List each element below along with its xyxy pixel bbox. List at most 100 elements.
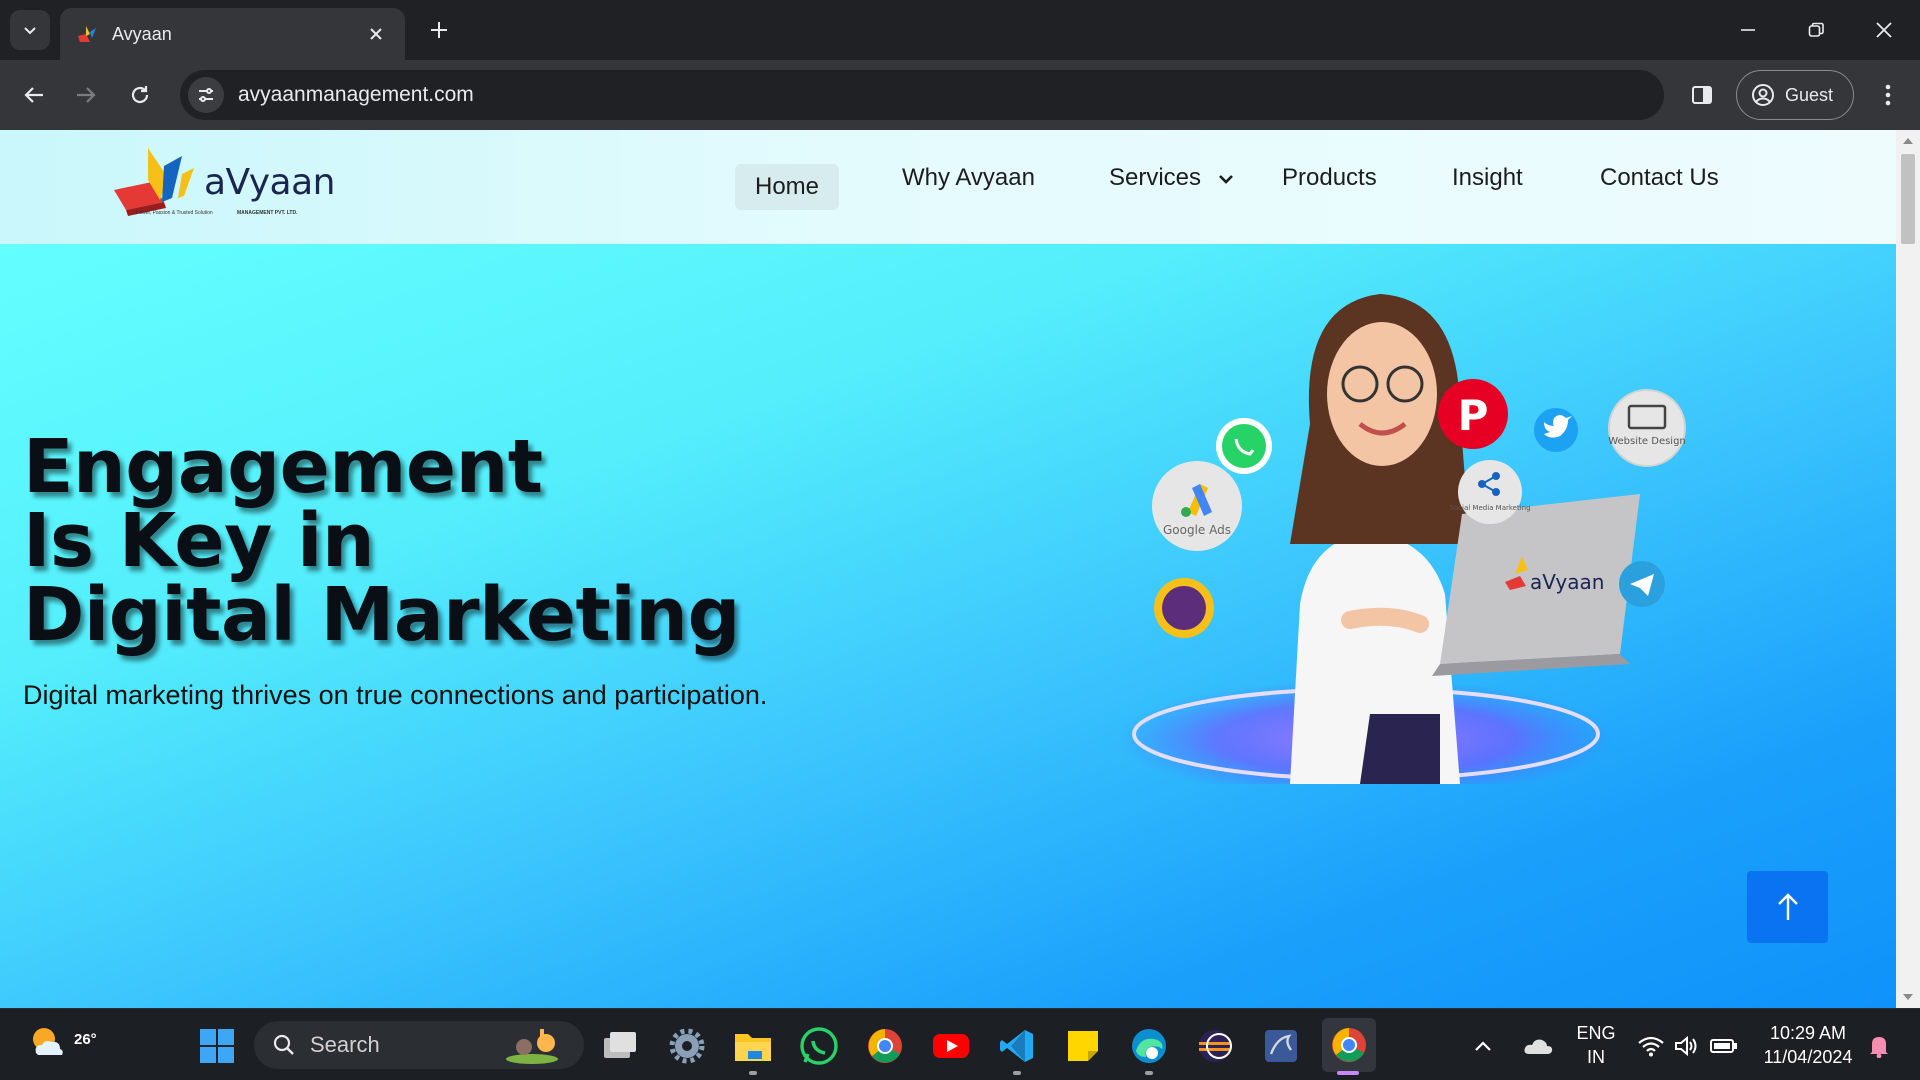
chevron-down-icon	[24, 27, 36, 35]
nav-contact-us[interactable]: Contact Us	[1600, 164, 1719, 192]
nav-insight[interactable]: Insight	[1452, 164, 1523, 192]
site-header: aVyaan Power, Passion & Trusted Solution…	[0, 130, 1896, 244]
notifications-button[interactable]	[1864, 1023, 1894, 1069]
running-indicator	[749, 1071, 757, 1075]
hero-title-line: Digital Marketing	[23, 572, 740, 658]
folder-icon	[735, 1034, 771, 1061]
profile-button[interactable]: Guest	[1736, 70, 1854, 120]
clock-time: 10:29 AM	[1769, 1023, 1847, 1043]
nav-services[interactable]: Services	[1109, 164, 1234, 192]
logo-tagline: Power, Passion & Trusted Solution	[136, 210, 213, 216]
forward-button[interactable]	[66, 75, 106, 115]
taskbar-search[interactable]: Search	[254, 1021, 584, 1069]
site-logo[interactable]: aVyaan Power, Passion & Trusted Solution…	[112, 144, 342, 230]
windows-taskbar: 26° Search ENG IN 10:29 AM 11/04/2024	[0, 1008, 1920, 1080]
wifi-icon	[1638, 1036, 1664, 1057]
language-line2: IN	[1587, 1047, 1605, 1067]
clock-date: 11/04/2024	[1763, 1047, 1853, 1067]
address-bar[interactable]: avyaanmanagement.com	[180, 70, 1664, 120]
quick-settings-button[interactable]	[1628, 1023, 1748, 1069]
minimize-button[interactable]	[1724, 10, 1772, 50]
search-icon	[273, 1034, 294, 1055]
nav-why-avyaan[interactable]: Why Avyaan	[902, 164, 1035, 192]
edge-icon	[1132, 1029, 1166, 1063]
side-panel-icon	[1692, 86, 1712, 104]
taskbar-whatsapp[interactable]	[796, 1023, 842, 1069]
scroll-up-arrow[interactable]	[1896, 132, 1920, 150]
whatsapp-icon	[800, 1027, 838, 1065]
profile-icon	[1752, 84, 1774, 106]
taskbar-chrome-1[interactable]	[862, 1023, 908, 1069]
gear-icon	[669, 1028, 705, 1064]
cloud-icon	[1524, 1039, 1553, 1054]
taskbar-chrome-active[interactable]	[1322, 1018, 1376, 1072]
hero-illustration: aVyaan P Website Design Social Media Mar…	[1116, 294, 1686, 784]
browser-menu-button[interactable]	[1868, 75, 1908, 115]
sticky-note-icon	[1068, 1031, 1098, 1061]
back-button[interactable]	[14, 75, 54, 115]
clock[interactable]: 10:29 AM 11/04/2024	[1754, 1021, 1862, 1069]
tab-title: Avyaan	[112, 23, 172, 44]
new-tab-button[interactable]	[425, 16, 453, 44]
running-indicator	[1145, 1071, 1153, 1075]
taskbar-eclipse[interactable]	[1192, 1023, 1238, 1069]
weather-sun-cloud-icon	[33, 1028, 63, 1055]
tab-search-button[interactable]	[10, 10, 50, 50]
restore-button[interactable]	[1792, 10, 1840, 50]
scroll-down-arrow[interactable]	[1896, 988, 1920, 1006]
nav-products[interactable]: Products	[1282, 164, 1377, 192]
show-hidden-icons-button[interactable]	[1468, 1023, 1498, 1069]
side-panel-button[interactable]	[1682, 75, 1722, 115]
taskbar-search-label: Search	[310, 1032, 380, 1057]
battery-icon	[1710, 1039, 1737, 1053]
close-icon	[1876, 22, 1892, 38]
snapchat-icon	[1154, 578, 1214, 638]
reload-button[interactable]	[120, 75, 160, 115]
task-view-icon	[604, 1032, 636, 1058]
taskbar-edge[interactable]	[1126, 1023, 1172, 1069]
hero-banner: Engagement Is Key in Digital Marketing D…	[0, 244, 1896, 1008]
website-design-badge: Website Design	[1608, 389, 1686, 467]
whatsapp-icon	[1216, 418, 1272, 474]
nav-services-label: Services	[1109, 164, 1202, 191]
site-info-button[interactable]	[188, 77, 224, 113]
chrome-icon	[1332, 1028, 1366, 1062]
taskbar-vscode[interactable]	[994, 1023, 1040, 1069]
database-icon	[1265, 1030, 1297, 1062]
profile-label: Guest	[1785, 84, 1834, 105]
browser-tab-active[interactable]: Avyaan	[60, 8, 405, 60]
taskbar-mysql-workbench[interactable]	[1258, 1023, 1304, 1069]
nav-home[interactable]: Home	[735, 164, 839, 210]
more-vertical-icon	[1885, 84, 1891, 106]
weather-temp: 26°	[74, 1031, 97, 1048]
active-indicator	[1337, 1071, 1359, 1075]
minimize-icon	[1741, 29, 1755, 31]
plus-icon	[431, 22, 447, 38]
weather-widget[interactable]: 26°	[26, 1019, 97, 1069]
taskbar-youtube[interactable]	[928, 1023, 974, 1069]
taskbar-settings[interactable]	[664, 1023, 710, 1069]
youtube-icon	[933, 1034, 969, 1058]
scrollbar-thumb[interactable]	[1901, 154, 1915, 244]
onedrive-button[interactable]	[1516, 1023, 1560, 1069]
eclipse-icon	[1199, 1030, 1232, 1062]
triangle-down-icon	[1903, 994, 1913, 1000]
task-view-button[interactable]	[597, 1023, 643, 1069]
close-window-button[interactable]	[1860, 10, 1908, 50]
taskbar-file-explorer[interactable]	[730, 1023, 776, 1069]
tab-close-button[interactable]	[363, 21, 389, 47]
language-indicator[interactable]: ENG IN	[1572, 1021, 1620, 1069]
taskbar-sticky-notes[interactable]	[1060, 1023, 1106, 1069]
arrow-left-icon	[24, 87, 43, 103]
url-text[interactable]: avyaanmanagement.com	[238, 83, 474, 107]
windows-logo-icon	[200, 1029, 234, 1063]
scroll-to-top-button[interactable]	[1747, 871, 1828, 943]
hero-title-line: Is Key in	[23, 498, 375, 584]
google-ads-label: Google Ads	[1163, 523, 1231, 537]
start-button[interactable]	[194, 1023, 240, 1069]
page-scrollbar[interactable]	[1896, 130, 1920, 1008]
chrome-icon	[868, 1029, 902, 1063]
social-media-label: Social Media Marketing	[1449, 504, 1530, 512]
pinterest-icon: P	[1438, 379, 1508, 449]
chevron-down-icon	[1218, 174, 1233, 184]
